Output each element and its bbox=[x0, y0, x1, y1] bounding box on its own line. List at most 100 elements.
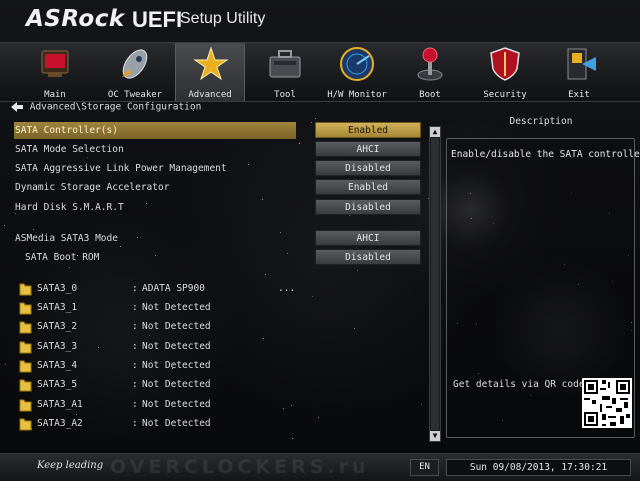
setting-value-sata-boot-rom[interactable]: Disabled bbox=[315, 249, 421, 265]
setting-label: Hard Disk S.M.A.R.T bbox=[15, 202, 124, 213]
drive-device: Not Detected bbox=[142, 379, 211, 390]
uefi-title: UEFI bbox=[132, 7, 183, 32]
folder-icon bbox=[19, 302, 32, 315]
drive-row[interactable]: SATA3_0 : ADATA SP900 ... bbox=[16, 280, 306, 298]
settings-scrollbar[interactable]: ▲ ▼ bbox=[429, 126, 441, 442]
drive-row[interactable]: SATA3_5 : Not Detected bbox=[16, 376, 306, 394]
drive-device: Not Detected bbox=[142, 360, 211, 371]
drive-port: SATA3_A1 bbox=[37, 399, 83, 410]
drive-separator: : bbox=[132, 321, 138, 332]
folder-icon bbox=[19, 360, 32, 373]
folder-icon bbox=[19, 418, 32, 431]
setting-row-sata-boot-rom[interactable]: SATA Boot ROM bbox=[24, 249, 296, 266]
radar-icon bbox=[340, 47, 374, 81]
menu-security-label: Security bbox=[483, 90, 527, 100]
menu-advanced-label: Advanced bbox=[188, 90, 232, 100]
description-text: Enable/disable the SATA controllers. bbox=[451, 149, 640, 160]
setting-value-asmedia-mode[interactable]: AHCI bbox=[315, 230, 421, 246]
drive-device: Not Detected bbox=[142, 399, 211, 410]
drive-port: SATA3_0 bbox=[37, 283, 78, 294]
drive-row[interactable]: SATA3_A1 : Not Detected bbox=[16, 396, 306, 414]
drive-device: Not Detected bbox=[142, 418, 211, 429]
toolbox-icon bbox=[269, 50, 301, 78]
date-time-display: Sun 09/08/2013, 17:30:21 bbox=[446, 459, 631, 476]
drive-device: Not Detected bbox=[142, 341, 211, 352]
setting-row-smart[interactable]: Hard Disk S.M.A.R.T bbox=[14, 199, 296, 216]
drive-separator: : bbox=[132, 360, 138, 371]
drive-row[interactable]: SATA3_1 : Not Detected bbox=[16, 299, 306, 317]
folder-icon bbox=[19, 379, 32, 392]
menu-advanced[interactable]: Advanced bbox=[175, 43, 245, 101]
scrollbar-thumb[interactable] bbox=[431, 138, 439, 430]
setting-label: SATA Aggressive Link Power Management bbox=[15, 163, 227, 174]
qr-code-icon bbox=[582, 378, 632, 428]
language-button[interactable]: EN bbox=[410, 459, 439, 476]
star-icon bbox=[193, 46, 229, 81]
drive-separator: : bbox=[132, 399, 138, 410]
menu-boot[interactable]: Boot bbox=[395, 43, 465, 101]
setting-value-alpm[interactable]: Disabled bbox=[315, 160, 421, 176]
setting-row-asmedia-mode[interactable]: ASMedia SATA3 Mode bbox=[14, 230, 296, 247]
breadcrumb: Advanced\Storage Configuration bbox=[10, 101, 201, 115]
drive-separator: : bbox=[132, 302, 138, 313]
setting-label: Dynamic Storage Accelerator bbox=[15, 182, 170, 193]
menu-oc-tweaker[interactable]: OC Tweaker bbox=[100, 43, 170, 101]
menu-main-label: Main bbox=[44, 90, 66, 100]
setting-value-smart[interactable]: Disabled bbox=[315, 199, 421, 215]
drive-row[interactable]: SATA3_3 : Not Detected bbox=[16, 338, 306, 356]
header: ASRock UEFI Setup Utility bbox=[0, 0, 640, 46]
setting-value-sata-mode[interactable]: AHCI bbox=[315, 141, 421, 157]
watermark: OVERCLOCKERS.ru bbox=[110, 456, 370, 478]
scroll-down-arrow-icon[interactable]: ▼ bbox=[430, 431, 440, 441]
drive-port: SATA3_A2 bbox=[37, 418, 83, 429]
joystick-icon bbox=[417, 47, 443, 81]
folder-icon bbox=[19, 341, 32, 354]
folder-icon bbox=[19, 399, 32, 412]
drive-row[interactable]: SATA3_A2 : Not Detected bbox=[16, 415, 306, 433]
drive-port: SATA3_2 bbox=[37, 321, 78, 332]
menu-boot-label: Boot bbox=[419, 90, 441, 100]
menu-tool-label: Tool bbox=[274, 90, 296, 100]
drive-port: SATA3_3 bbox=[37, 341, 78, 352]
folder-icon bbox=[19, 321, 32, 334]
folder-icon bbox=[19, 283, 32, 296]
menu-security[interactable]: Security bbox=[470, 43, 540, 101]
asrock-logo: ASRock bbox=[26, 6, 125, 32]
scroll-up-arrow-icon[interactable]: ▲ bbox=[430, 127, 440, 137]
star bbox=[315, 118, 316, 119]
description-title: Description bbox=[509, 116, 573, 127]
menu-exit[interactable]: Exit bbox=[544, 43, 614, 101]
drive-port: SATA3_5 bbox=[37, 379, 78, 390]
settings-list: SATA Controller(s) Enabled SATA Mode Sel… bbox=[0, 120, 430, 450]
setting-row-sata-controllers[interactable]: SATA Controller(s) bbox=[14, 122, 296, 139]
setting-row-alpm[interactable]: SATA Aggressive Link Power Management bbox=[14, 160, 296, 177]
shield-icon bbox=[490, 47, 520, 81]
setting-row-sata-mode[interactable]: SATA Mode Selection bbox=[14, 141, 296, 158]
exit-door-icon bbox=[567, 48, 596, 80]
drive-device: Not Detected bbox=[142, 302, 211, 313]
drive-separator: : bbox=[132, 379, 138, 390]
drive-port: SATA3_1 bbox=[37, 302, 78, 313]
drive-device: Not Detected bbox=[142, 321, 211, 332]
footer-bar: Keep leading OVERCLOCKERS.ru EN Sun 09/0… bbox=[0, 453, 640, 481]
setting-value-sata-controllers[interactable]: Enabled bbox=[315, 122, 421, 138]
drive-more-indicator: ... bbox=[278, 283, 296, 294]
drive-row[interactable]: SATA3_2 : Not Detected bbox=[16, 318, 306, 336]
drive-device: ADATA SP900 bbox=[142, 283, 205, 294]
main-menu-bar: Main OC Tweaker Advanced Tool H/W Monito… bbox=[0, 42, 640, 102]
setting-row-dsa[interactable]: Dynamic Storage Accelerator bbox=[14, 179, 296, 196]
keep-leading-logo: Keep leading bbox=[37, 460, 104, 471]
menu-tool[interactable]: Tool bbox=[250, 43, 320, 101]
drive-separator: : bbox=[132, 341, 138, 352]
breadcrumb-path: Advanced\Storage Configuration bbox=[29, 101, 202, 113]
setting-value-dsa[interactable]: Enabled bbox=[315, 179, 421, 195]
drive-separator: : bbox=[132, 418, 138, 429]
setting-label: SATA Controller(s) bbox=[15, 125, 118, 136]
menu-oc-tweaker-label: OC Tweaker bbox=[107, 90, 163, 100]
setting-label: SATA Mode Selection bbox=[15, 144, 124, 155]
drive-row[interactable]: SATA3_4 : Not Detected bbox=[16, 357, 306, 375]
menu-hw-monitor[interactable]: H/W Monitor bbox=[322, 43, 392, 101]
drive-port: SATA3_4 bbox=[37, 360, 78, 371]
back-arrow-icon[interactable] bbox=[10, 101, 24, 113]
menu-main[interactable]: Main bbox=[20, 43, 90, 101]
